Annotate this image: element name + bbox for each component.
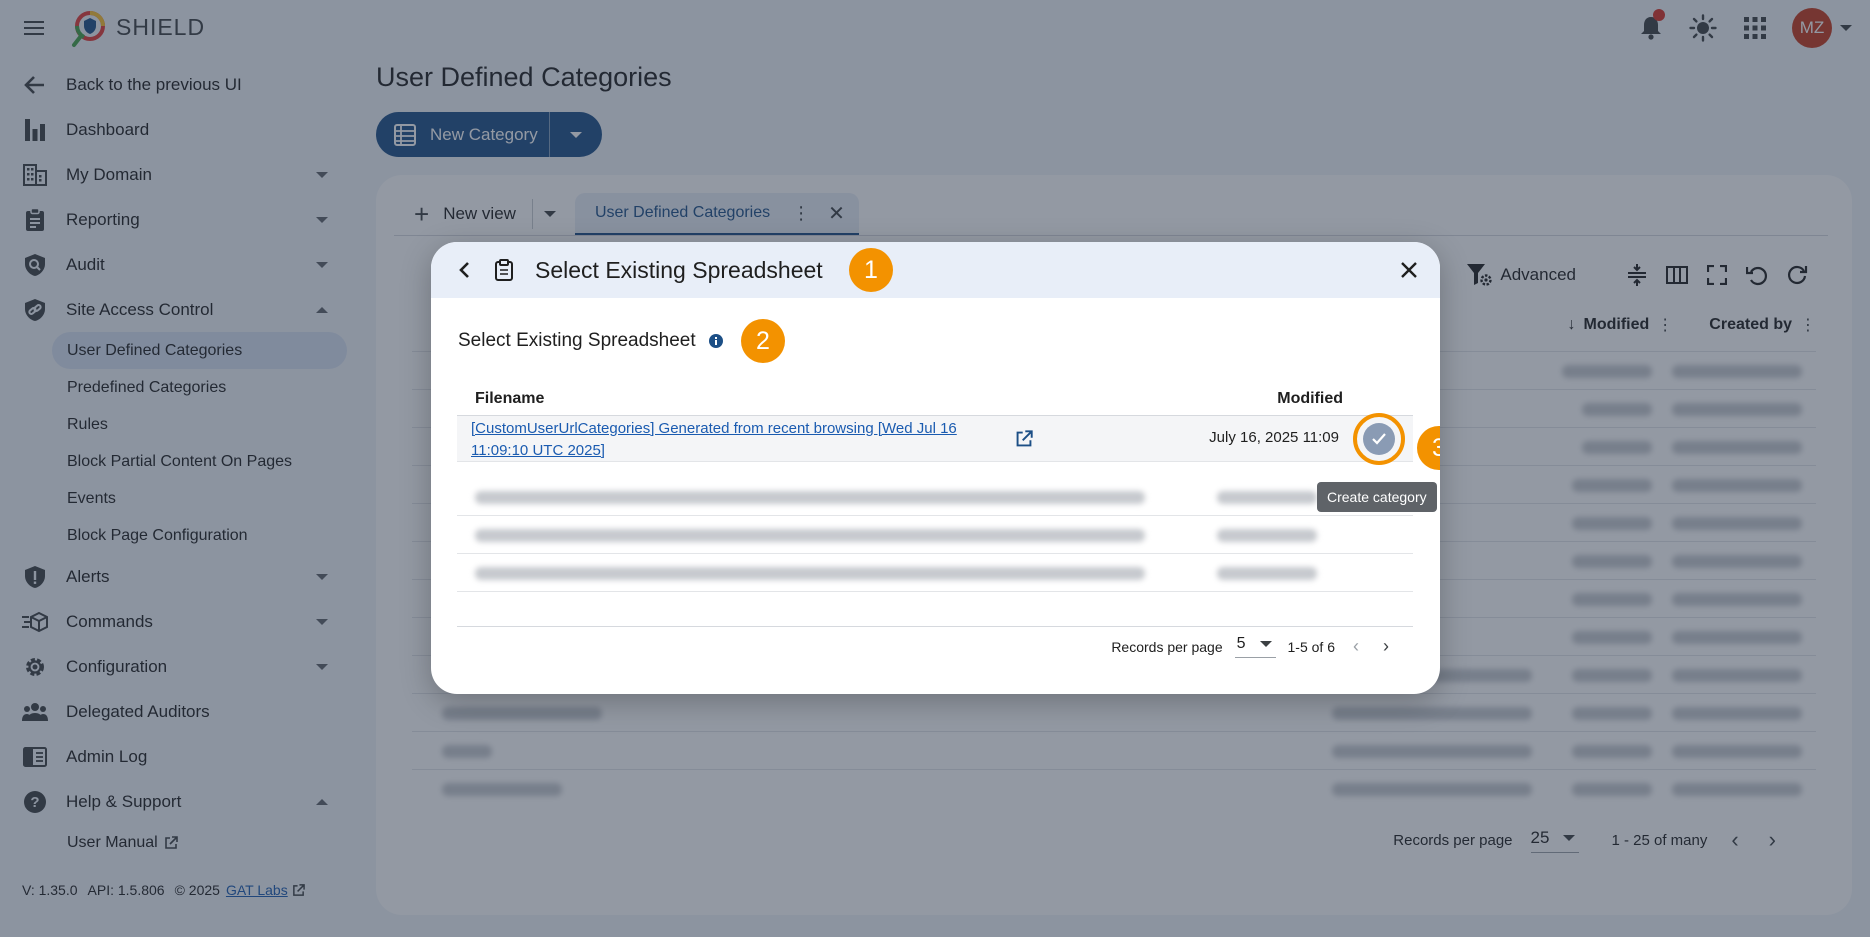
next-page-icon[interactable]: › xyxy=(1377,636,1395,657)
column-modified[interactable]: Modified xyxy=(1277,390,1343,408)
blurred-cell xyxy=(475,529,1145,542)
chevron-down-icon xyxy=(1259,641,1272,647)
check-icon xyxy=(1372,433,1386,445)
dialog-title: Select Existing Spreadsheet xyxy=(535,256,823,283)
info-icon[interactable] xyxy=(708,333,724,349)
back-chevron-icon[interactable] xyxy=(449,255,479,285)
table-row[interactable]: [CustomUserUrlCategories] Generated from… xyxy=(457,413,1413,465)
spreadsheet-link[interactable]: [CustomUserUrlCategories] Generated from… xyxy=(471,418,991,462)
page-range: 1-5 of 6 xyxy=(1287,638,1335,655)
table-row[interactable] xyxy=(457,554,1413,592)
dialog-header: Select Existing Spreadsheet 1 xyxy=(431,242,1440,298)
create-category-button[interactable] xyxy=(1363,423,1395,455)
records-per-page-select[interactable]: 5 xyxy=(1234,635,1276,658)
table-header: Filename Modified xyxy=(457,386,1413,416)
blurred-cell xyxy=(475,567,1145,580)
dialog-subtitle: Select Existing Spreadsheet xyxy=(458,330,724,352)
table-row[interactable] xyxy=(457,516,1413,554)
clipboard-icon xyxy=(491,257,517,283)
create-category-tooltip: Create category xyxy=(1317,482,1437,512)
blurred-cell xyxy=(1217,567,1317,580)
records-per-page-label: Records per page xyxy=(1111,638,1223,655)
select-spreadsheet-dialog: Select Existing Spreadsheet 1 Select Exi… xyxy=(431,242,1440,694)
blurred-cell xyxy=(1217,529,1317,542)
open-in-new-icon[interactable] xyxy=(1015,430,1033,448)
close-icon[interactable] xyxy=(1394,255,1424,285)
modified-date: July 16, 2025 11:09 xyxy=(1209,429,1339,446)
blurred-cell xyxy=(1217,491,1317,504)
prev-page-icon[interactable]: ‹ xyxy=(1347,636,1365,657)
blurred-cell xyxy=(475,491,1145,504)
table-row[interactable] xyxy=(457,478,1413,516)
step-badge-3: 3 xyxy=(1417,426,1440,470)
blurred-rows xyxy=(457,478,1413,598)
dialog-pagination: Records per page 5 1-5 of 6 ‹ › xyxy=(457,626,1413,666)
step-badge-1: 1 xyxy=(849,248,893,292)
column-filename[interactable]: Filename xyxy=(475,390,544,408)
spreadsheet-table: Filename Modified [CustomUserUrlCategori… xyxy=(457,386,1413,465)
step-badge-2: 2 xyxy=(741,319,785,363)
